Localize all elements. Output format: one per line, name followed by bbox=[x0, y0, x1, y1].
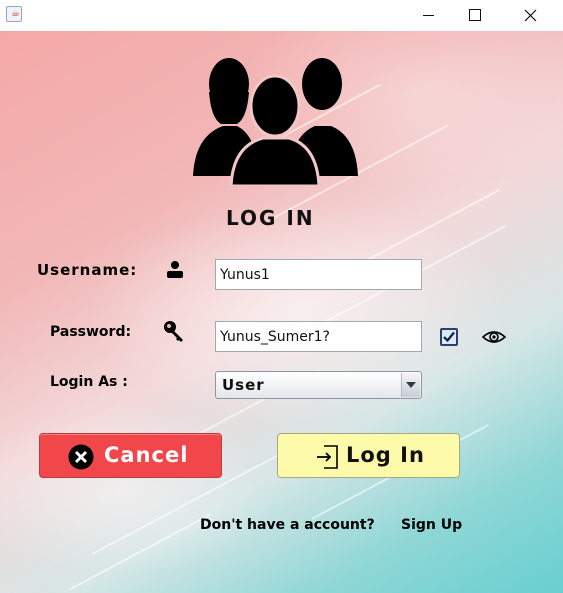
show-password-checkbox[interactable] bbox=[440, 328, 458, 346]
close-button[interactable] bbox=[508, 0, 554, 31]
login-as-label: Login As : bbox=[50, 374, 128, 390]
sign-in-icon bbox=[317, 445, 338, 469]
signup-link[interactable]: Sign Up bbox=[401, 517, 462, 533]
cancel-button[interactable]: Cancel bbox=[39, 433, 222, 478]
password-label: Password: bbox=[50, 324, 132, 340]
minimize-button[interactable] bbox=[406, 0, 452, 31]
login-as-dropdown[interactable]: User bbox=[215, 371, 422, 399]
close-circle-icon bbox=[68, 444, 94, 470]
page-title: LOG IN bbox=[226, 206, 315, 230]
no-account-text: Don't have a account? bbox=[200, 517, 375, 533]
login-button[interactable]: Log In bbox=[277, 433, 460, 478]
form-panel: LOG IN Username: Password: Login As : Us… bbox=[0, 31, 563, 593]
java-cup-icon: ☕ bbox=[6, 6, 22, 22]
close-icon bbox=[524, 9, 537, 22]
title-bar: ☕ bbox=[0, 0, 563, 31]
username-input[interactable] bbox=[215, 259, 422, 290]
checkmark-icon bbox=[443, 331, 455, 343]
password-input[interactable] bbox=[215, 321, 422, 352]
chevron-down-icon[interactable] bbox=[401, 373, 420, 397]
cancel-button-label: Cancel bbox=[104, 443, 189, 467]
login-button-label: Log In bbox=[346, 443, 425, 467]
user-icon bbox=[167, 261, 183, 278]
maximize-button[interactable] bbox=[452, 0, 498, 31]
key-icon bbox=[164, 321, 183, 342]
login-as-selected-value: User bbox=[222, 376, 265, 394]
eye-icon[interactable] bbox=[482, 328, 506, 346]
login-window: ☕ LOG IN Username: Yunus1 Password: Yunu… bbox=[0, 0, 563, 593]
users-group-icon bbox=[193, 58, 358, 186]
username-label: Username: bbox=[37, 261, 138, 279]
